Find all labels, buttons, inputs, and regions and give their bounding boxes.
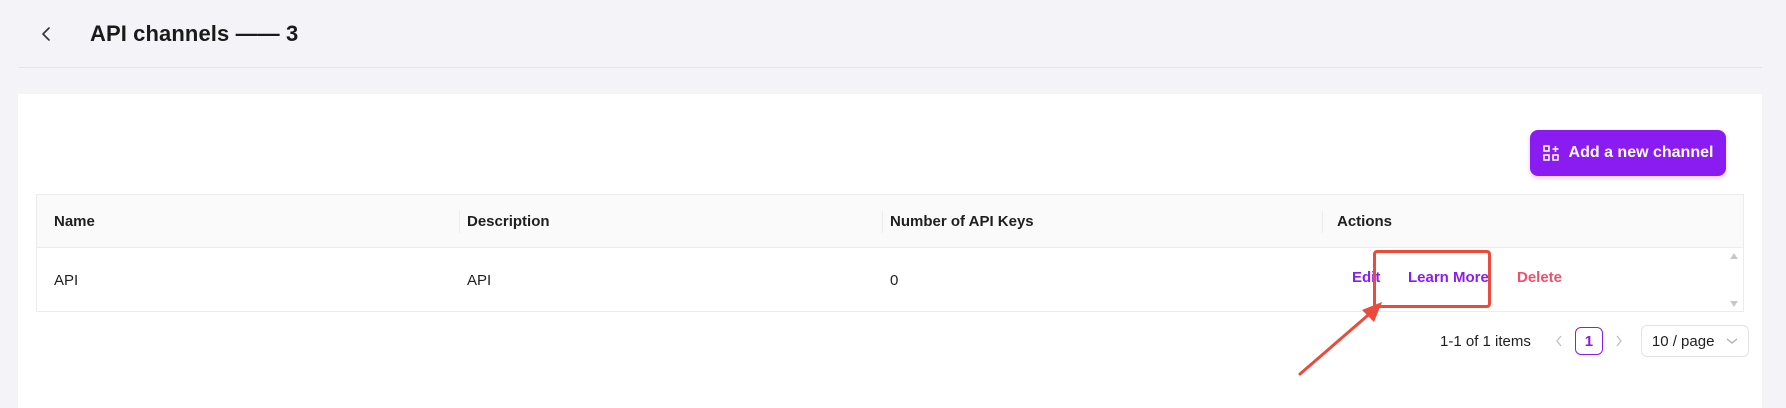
page-title: API channels —— 3 bbox=[90, 20, 299, 46]
add-channel-label: Add a new channel bbox=[1568, 144, 1714, 161]
column-divider bbox=[459, 211, 460, 233]
annotation-highlight-box bbox=[1373, 250, 1491, 308]
column-header-description[interactable]: Description bbox=[467, 195, 550, 248]
page-number-current[interactable]: 1 bbox=[1574, 327, 1603, 355]
chevron-right-icon bbox=[1616, 335, 1622, 347]
pagination-total: 1-1 of 1 items bbox=[1440, 332, 1531, 350]
chevron-left-icon bbox=[42, 26, 50, 41]
back-button[interactable] bbox=[28, 16, 64, 52]
delete-link[interactable]: Delete bbox=[1517, 269, 1562, 286]
cell-description: API bbox=[467, 271, 492, 289]
column-header-actions: Actions bbox=[1337, 213, 1393, 230]
page-size-value: 10 / page bbox=[1651, 332, 1715, 350]
column-divider bbox=[882, 211, 883, 233]
next-page-button[interactable] bbox=[1607, 327, 1631, 355]
apps-add-icon bbox=[1542, 145, 1559, 161]
column-header-api-keys[interactable]: Number of API Keys bbox=[890, 195, 1034, 248]
add-channel-button[interactable]: Add a new channel bbox=[1530, 130, 1726, 176]
prev-page-button[interactable] bbox=[1547, 327, 1571, 355]
column-header-name[interactable]: Name bbox=[54, 195, 95, 248]
cell-api-keys: 0 bbox=[890, 271, 899, 289]
content-card: Add a new channel Name Description Numbe… bbox=[18, 94, 1762, 408]
page: API channels —— 3 Add a new channel Name… bbox=[0, 0, 1786, 408]
annotation-arrow-icon bbox=[1298, 302, 1382, 376]
chevron-down-icon bbox=[1726, 338, 1738, 344]
scroll-up-icon[interactable] bbox=[1729, 252, 1739, 260]
chevron-left-icon bbox=[1555, 335, 1562, 347]
pagination: 1-1 of 1 items 1 10 / page bbox=[1440, 325, 1749, 357]
page-header: API channels —— 3 bbox=[18, 0, 1762, 68]
table-header: Name Description Number of API Keys Acti… bbox=[37, 195, 1743, 248]
scroll-down-icon[interactable] bbox=[1729, 300, 1739, 308]
page-size-select[interactable]: 10 / page bbox=[1640, 325, 1749, 357]
cell-name: API bbox=[54, 271, 79, 289]
column-divider bbox=[1322, 211, 1323, 233]
